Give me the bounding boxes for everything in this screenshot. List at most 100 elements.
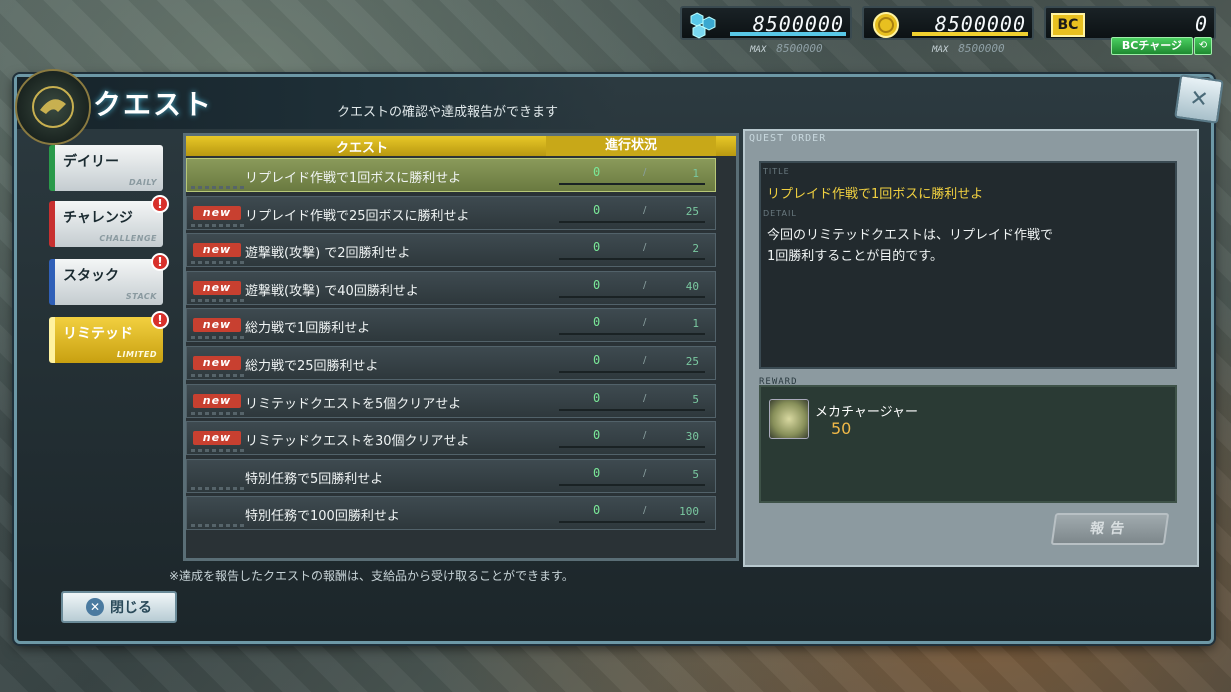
progress-current: 0 <box>593 428 601 443</box>
progress-total: 100 <box>679 505 699 519</box>
close-circle-icon: ✕ <box>86 598 104 616</box>
row-hatch <box>191 298 247 302</box>
quest-row[interactable]: new リミテッドクエストを5個クリアせよ 0 / 5 <box>186 383 716 418</box>
quest-row[interactable]: 特別任務で100回勝利せよ 0 / 100 <box>186 496 716 531</box>
quest-row[interactable]: new 総力戦で25回勝利せよ 0 / 25 <box>186 346 716 380</box>
tab-sublabel: DAILY <box>129 178 157 187</box>
quest-row[interactable]: new リミテッドクエストを30個クリアせよ 0 / 30 <box>186 421 716 456</box>
reward-count: 50 <box>831 419 852 438</box>
bc-charge-button[interactable]: BCチャージ <box>1111 37 1193 55</box>
quest-emblem-icon <box>15 69 91 145</box>
row-hatch <box>191 449 247 453</box>
progress-current: 0 <box>593 465 601 480</box>
progress-track <box>559 483 705 486</box>
progress-total: 1 <box>692 317 699 331</box>
crystal-resource: 8500000 MAX 8500000 <box>680 6 852 56</box>
progress-total: 25 <box>685 355 699 368</box>
progress-slash: / <box>643 467 647 479</box>
quest-order-label: QUEST ORDER <box>749 133 827 144</box>
progress-slash: / <box>643 279 647 291</box>
tab-sublabel: LIMITED <box>116 350 157 359</box>
header-progress: 進行状況 <box>546 136 716 156</box>
title-bar: クエスト クエストの確認や達成報告ができます <box>15 69 617 145</box>
tab-label: スタック <box>63 268 119 284</box>
crystal-max: MAX 8500000 <box>750 42 823 55</box>
bc-swap-icon[interactable]: ⟲ <box>1194 37 1212 55</box>
quest-progress: 0 / 40 <box>557 276 707 300</box>
quest-name: 総力戦で1回勝利せよ <box>245 321 371 337</box>
page-title: クエスト <box>93 88 214 121</box>
quest-progress: 0 / 5 <box>557 389 707 413</box>
quest-progress: 0 / 100 <box>557 501 707 525</box>
quest-row[interactable]: 特別任務で5回勝利せよ 0 / 5 <box>186 458 716 493</box>
progress-current: 0 <box>593 390 601 405</box>
close-button-label: 閉じる <box>110 600 152 616</box>
progress-total: 1 <box>692 167 699 180</box>
progress-track <box>559 220 705 223</box>
progress-current: 0 <box>593 277 601 292</box>
footnote: ※達成を報告したクエストの報酬は、支給品から受け取ることができます。 <box>169 569 574 583</box>
new-badge: new <box>193 393 241 408</box>
row-hatch <box>191 411 247 415</box>
new-badge: new <box>193 356 241 370</box>
new-badge: new <box>193 205 241 220</box>
tab-label: デイリー <box>63 154 119 170</box>
crystal-icon <box>682 8 726 42</box>
quest-row[interactable]: new リプレイド作戦で25回ボスに勝利せよ 0 / 25 <box>186 195 716 230</box>
coin-bar <box>912 32 1028 36</box>
progress-slash: / <box>643 204 647 216</box>
alert-badge-icon: ! <box>151 311 169 329</box>
quest-progress: 0 / 25 <box>557 201 707 225</box>
close-button[interactable]: ✕ 閉じる <box>61 591 177 623</box>
bc-icon: BC <box>1046 8 1090 42</box>
quest-row[interactable]: new 総力戦で1回勝利せよ 0 / 1 <box>186 308 716 343</box>
quest-progress: 0 / 5 <box>557 464 707 488</box>
row-hatch <box>191 374 247 377</box>
list-header: クエスト 進行状況 <box>186 136 736 156</box>
close-icon[interactable]: ✕ <box>1174 74 1224 124</box>
quest-list: クエスト 進行状況 リプレイド作戦で1回ボスに勝利せよ 0 / 1 new リプレイド作戦… <box>183 133 739 561</box>
quest-progress: 0 / 30 <box>557 426 707 450</box>
quest-name: 総力戦で25回勝利せよ <box>245 359 379 374</box>
progress-slash: / <box>643 392 647 404</box>
quest-name: リミテッドクエストを30個クリアせよ <box>245 434 470 450</box>
quest-name: 遊撃戦(攻撃) で40回勝利せよ <box>245 283 419 299</box>
title-label: TITLE <box>763 167 790 176</box>
quest-row[interactable]: new 遊撃戦(攻撃) で2回勝利せよ 0 / 2 <box>186 233 716 268</box>
tab-sublabel: CHALLENGE <box>99 234 157 243</box>
report-button[interactable]: 報告 <box>1050 513 1170 545</box>
detail-body: 今回のリミテッドクエストは、リプレイド作戦で 1回勝利することが目的です。 <box>767 228 1054 264</box>
progress-total: 5 <box>692 467 699 481</box>
quest-progress: 0 / 25 <box>557 351 707 375</box>
progress-track <box>559 295 705 298</box>
quest-row[interactable]: new 遊撃戦(攻撃) で40回勝利せよ 0 / 40 <box>186 270 716 305</box>
new-badge: new <box>193 431 241 446</box>
tab-label: リミテッド <box>63 326 133 342</box>
progress-track <box>559 446 705 449</box>
quest-row[interactable]: リプレイド作戦で1回ボスに勝利せよ 0 / 1 <box>186 158 716 192</box>
detail-label: DETAIL <box>763 209 797 218</box>
coin-max: MAX 8500000 <box>932 42 1005 55</box>
progress-track <box>559 371 705 373</box>
progress-track <box>559 521 705 524</box>
page-subtitle: クエストの確認や達成報告ができます <box>337 105 559 120</box>
quest-name: リプレイド作戦で1回ボスに勝利せよ <box>245 171 462 186</box>
coin-resource: 8500000 MAX 8500000 <box>862 6 1034 56</box>
quest-progress: 0 / 1 <box>557 163 707 187</box>
alert-badge-icon: ! <box>151 195 169 213</box>
progress-total: 25 <box>685 204 699 218</box>
progress-current: 0 <box>593 503 601 518</box>
row-hatch <box>191 486 247 490</box>
bc-value: 0 <box>1194 12 1208 36</box>
tab-stack[interactable]: スタック STACK! <box>49 253 169 305</box>
tab-daily[interactable]: デイリー DAILY <box>49 145 163 191</box>
tab-limited[interactable]: リミテッド LIMITED! <box>49 311 169 363</box>
quest-window: クエスト クエストの確認や達成報告ができます ✕ デイリー DAILY チャレンジ C… <box>14 69 1224 644</box>
row-hatch <box>191 223 247 227</box>
progress-slash: / <box>643 505 647 517</box>
tab-challenge[interactable]: チャレンジ CHALLENGE! <box>49 195 169 247</box>
quest-name: 特別任務で5回勝利せよ <box>245 471 384 487</box>
reward-box: メカチャージャー 50 <box>759 385 1177 503</box>
mecha-charger-icon <box>769 399 809 439</box>
progress-slash: / <box>643 430 647 442</box>
